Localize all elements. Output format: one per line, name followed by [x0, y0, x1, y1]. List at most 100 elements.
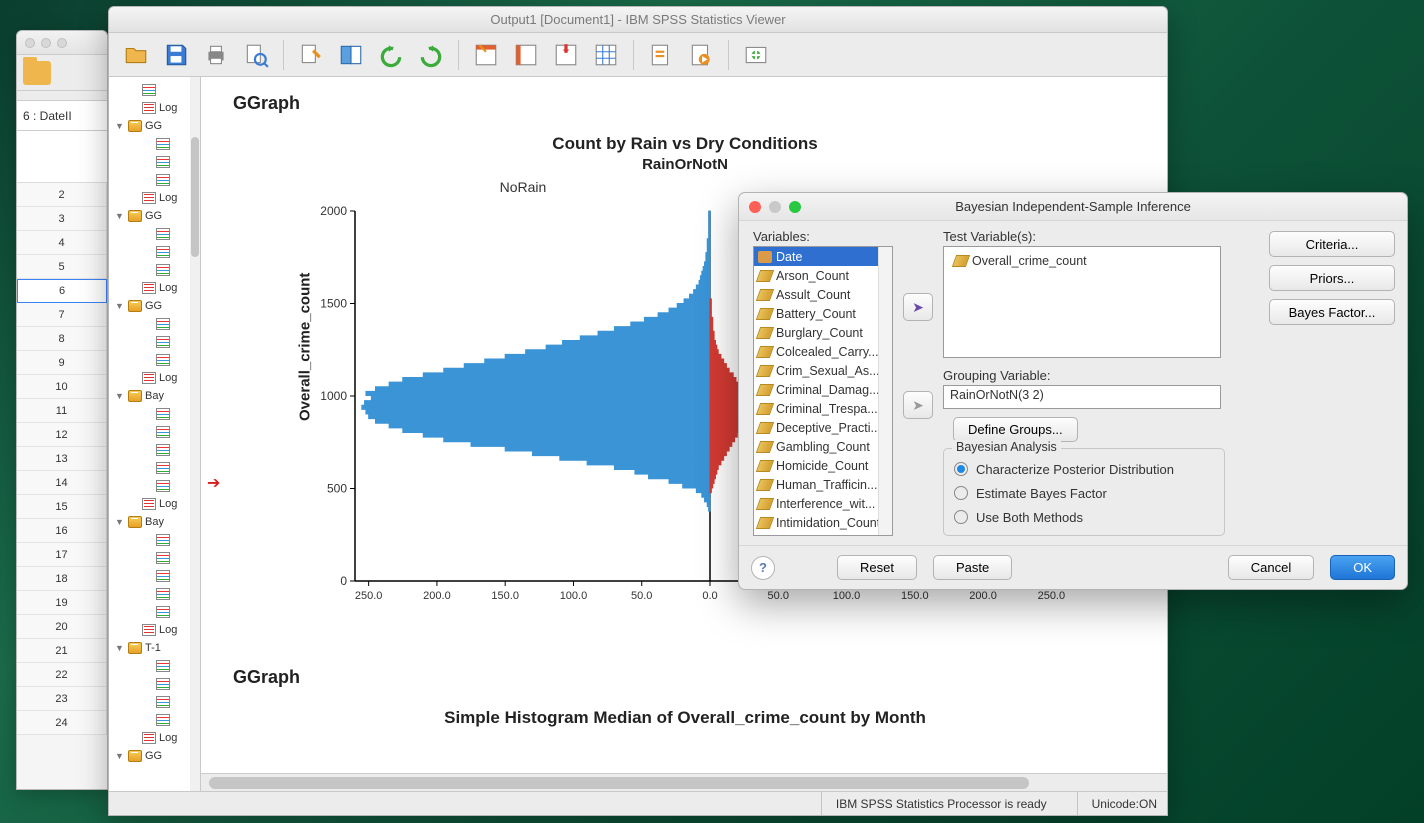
zoom-icon[interactable] — [789, 201, 801, 213]
redo-button[interactable] — [414, 38, 448, 72]
undo-button[interactable] — [374, 38, 408, 72]
run-button[interactable] — [684, 38, 718, 72]
variables-button[interactable] — [589, 38, 623, 72]
outline-item[interactable]: ▼GG — [113, 207, 200, 225]
outline-item[interactable]: Log — [113, 99, 200, 117]
save-button[interactable] — [159, 38, 193, 72]
variable-item[interactable]: Burglary_Count — [754, 323, 892, 342]
row-header[interactable]: 19 — [17, 591, 107, 615]
outline-item[interactable] — [113, 459, 200, 477]
row-header[interactable]: 16 — [17, 519, 107, 543]
row-header[interactable]: 15 — [17, 495, 107, 519]
row-header[interactable]: 12 — [17, 423, 107, 447]
designate-window-button[interactable] — [739, 38, 773, 72]
paste-button[interactable]: Paste — [933, 555, 1012, 580]
variable-item[interactable]: Arson_Count — [754, 266, 892, 285]
variable-item[interactable]: Kidnapping_Count — [754, 532, 892, 536]
row-header[interactable]: 4 — [17, 231, 107, 255]
outline-item[interactable] — [113, 603, 200, 621]
outline-item[interactable]: ▼Bay — [113, 513, 200, 531]
row-header[interactable]: 2 — [17, 183, 107, 207]
priors-button[interactable]: Priors... — [1269, 265, 1395, 291]
horizontal-scrollbar[interactable] — [201, 773, 1167, 791]
outline-item[interactable] — [113, 657, 200, 675]
variable-item[interactable]: Crim_Sexual_As... — [754, 361, 892, 380]
variables-listbox[interactable]: DateArson_CountAssult_CountBattery_Count… — [753, 246, 893, 536]
cancel-button[interactable]: Cancel — [1228, 555, 1314, 580]
outline-scrollbar[interactable] — [190, 77, 200, 791]
outline-item[interactable] — [113, 135, 200, 153]
row-header[interactable]: 11 — [17, 399, 107, 423]
outline-item[interactable]: Log — [113, 279, 200, 297]
criteria-button[interactable]: Criteria... — [1269, 231, 1395, 257]
outline-item[interactable] — [113, 171, 200, 189]
outline-item[interactable]: ▼T-1 — [113, 639, 200, 657]
test-variables-listbox[interactable]: Overall_crime_count — [943, 246, 1221, 358]
outline-item[interactable] — [113, 153, 200, 171]
export-button[interactable] — [294, 38, 328, 72]
variable-item[interactable]: Homicide_Count — [754, 456, 892, 475]
ok-button[interactable]: OK — [1330, 555, 1395, 580]
varbox-scrollbar[interactable] — [878, 247, 892, 535]
variable-item[interactable]: Deceptive_Practi... — [754, 418, 892, 437]
row-header[interactable]: 13 — [17, 447, 107, 471]
name-box[interactable]: 6 : DateII — [17, 101, 107, 131]
goto-case-button[interactable] — [509, 38, 543, 72]
move-to-test-button[interactable]: ➤ — [903, 293, 933, 321]
variable-item[interactable]: Assult_Count — [754, 285, 892, 304]
row-header[interactable]: 7 — [17, 303, 107, 327]
close-icon[interactable] — [749, 201, 761, 213]
row-header[interactable]: 21 — [17, 639, 107, 663]
outline-item[interactable] — [113, 441, 200, 459]
print-preview-button[interactable] — [239, 38, 273, 72]
outline-item[interactable]: ▼GG — [113, 297, 200, 315]
goto-data-button[interactable] — [469, 38, 503, 72]
goto-variable-button[interactable] — [549, 38, 583, 72]
outline-item[interactable] — [113, 243, 200, 261]
variable-item[interactable]: Human_Trafficin... — [754, 475, 892, 494]
variable-item[interactable]: Battery_Count — [754, 304, 892, 323]
outline-item[interactable] — [113, 261, 200, 279]
row-header[interactable]: 6 — [17, 279, 107, 303]
variable-item[interactable]: Interference_wit... — [754, 494, 892, 513]
outline-item[interactable] — [113, 477, 200, 495]
outline-item[interactable] — [113, 315, 200, 333]
outline-item[interactable] — [113, 81, 200, 99]
grouping-variable-field[interactable]: RainOrNotN(3 2) — [943, 385, 1221, 409]
outline-item[interactable]: Log — [113, 621, 200, 639]
select-last-button[interactable] — [644, 38, 678, 72]
outline-item[interactable]: ▼Bay — [113, 387, 200, 405]
row-header[interactable]: 18 — [17, 567, 107, 591]
variable-item[interactable]: Date — [754, 247, 892, 266]
help-button[interactable]: ? — [751, 556, 775, 580]
reset-button[interactable]: Reset — [837, 555, 917, 580]
row-header[interactable]: 9 — [17, 351, 107, 375]
outline-item[interactable] — [113, 693, 200, 711]
row-header[interactable]: 10 — [17, 375, 107, 399]
row-header[interactable]: 3 — [17, 207, 107, 231]
outline-pane[interactable]: Log▼GGLog▼GGLog▼GGLog▼BayLog▼BayLog▼T-1L… — [109, 77, 201, 791]
variable-item[interactable]: Intimidation_Count — [754, 513, 892, 532]
outline-item[interactable] — [113, 405, 200, 423]
radio-bayes-factor[interactable]: Estimate Bayes Factor — [954, 481, 1214, 505]
outline-item[interactable]: ▼GG — [113, 117, 200, 135]
outline-item[interactable] — [113, 333, 200, 351]
row-header[interactable]: 23 — [17, 687, 107, 711]
row-header[interactable]: 8 — [17, 327, 107, 351]
outline-item[interactable] — [113, 585, 200, 603]
radio-posterior[interactable]: Characterize Posterior Distribution — [954, 457, 1214, 481]
outline-item[interactable]: ▼GG — [113, 747, 200, 765]
open-icon[interactable] — [23, 61, 51, 85]
outline-item[interactable] — [113, 675, 200, 693]
variable-item[interactable]: Criminal_Damag... — [754, 380, 892, 399]
outline-item[interactable]: Log — [113, 189, 200, 207]
variable-item[interactable]: Colcealed_Carry... — [754, 342, 892, 361]
row-header[interactable]: 20 — [17, 615, 107, 639]
move-to-group-button[interactable]: ➤ — [903, 391, 933, 419]
outline-item[interactable] — [113, 567, 200, 585]
bayes-factor-button[interactable]: Bayes Factor... — [1269, 299, 1395, 325]
print-button[interactable] — [199, 38, 233, 72]
outline-item[interactable]: Log — [113, 729, 200, 747]
outline-item[interactable] — [113, 711, 200, 729]
outline-item[interactable] — [113, 351, 200, 369]
